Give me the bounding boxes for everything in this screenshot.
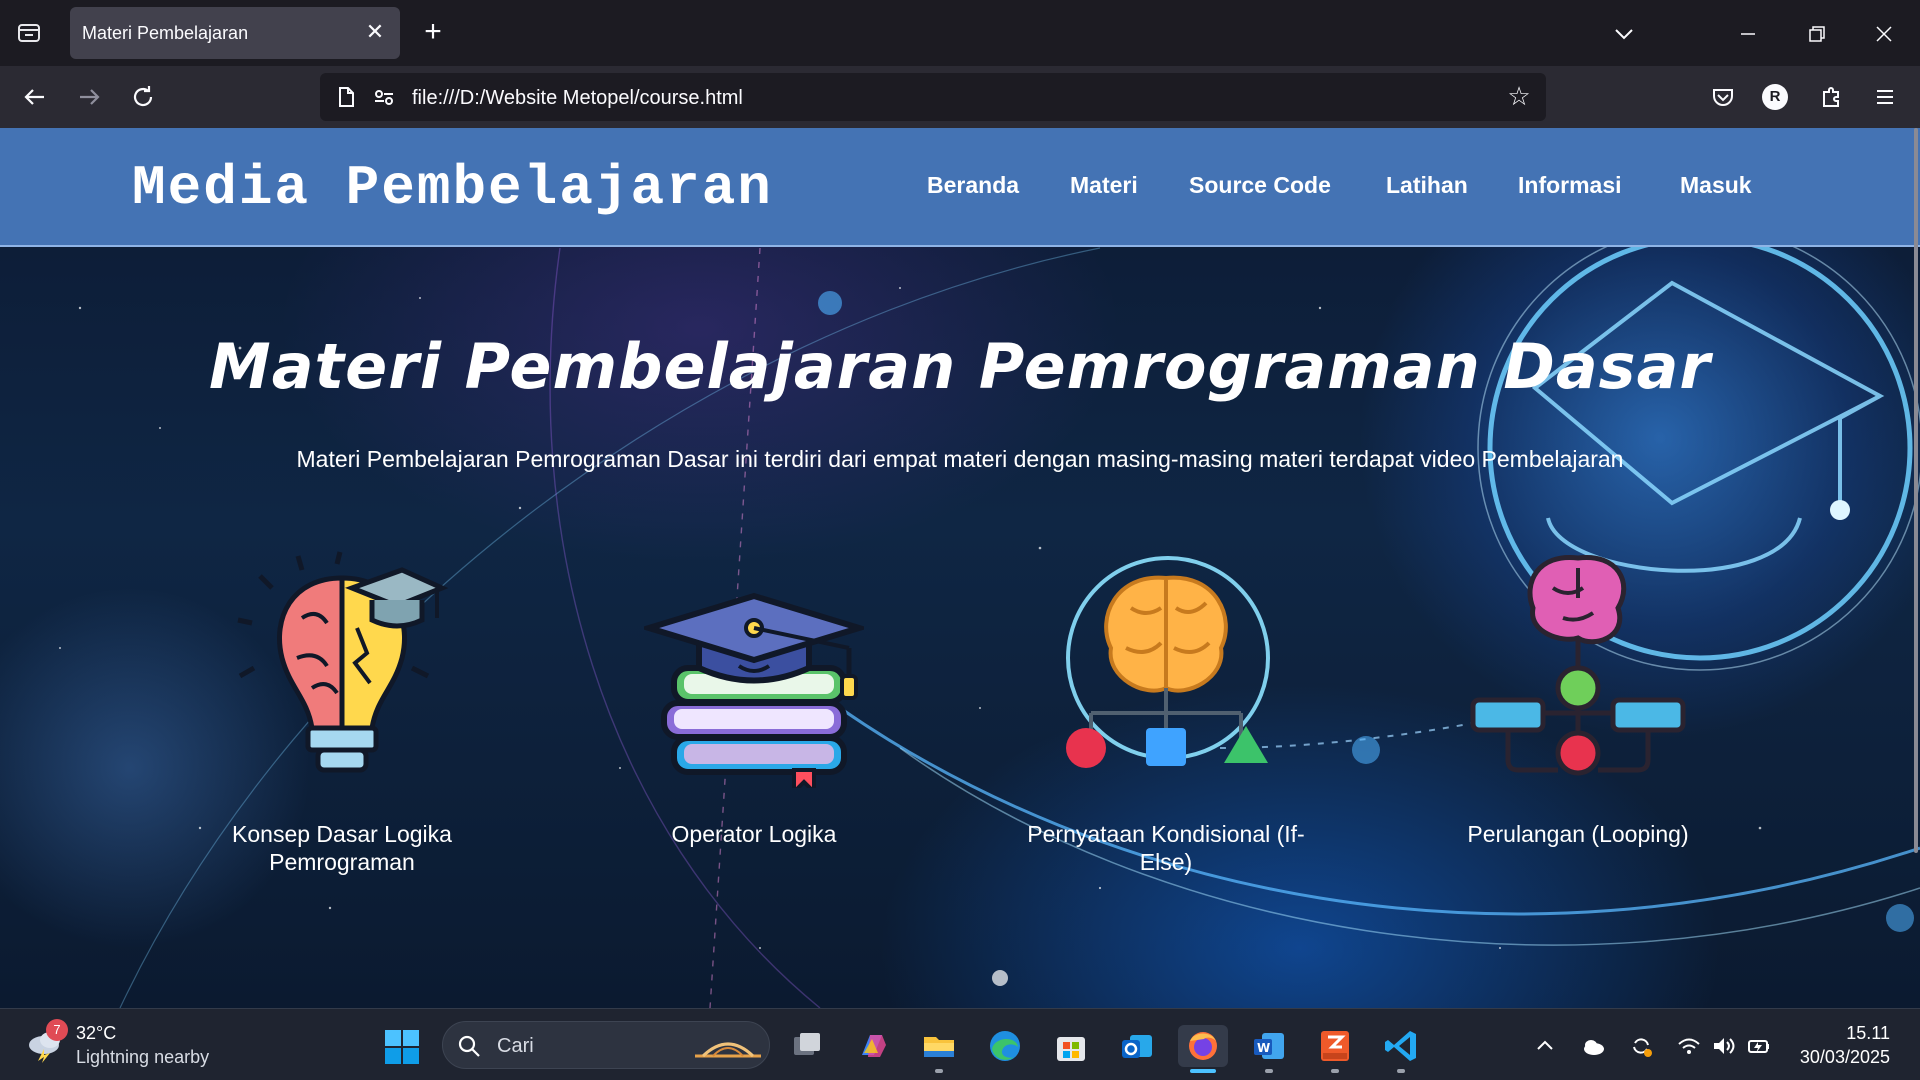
app-running-indicator bbox=[1265, 1069, 1273, 1073]
course-label[interactable]: Pernyataan Kondisional (If-Else) bbox=[1016, 820, 1316, 876]
firefox-icon[interactable] bbox=[1178, 1025, 1228, 1067]
sync-icon[interactable] bbox=[1628, 1033, 1654, 1059]
weather-alert-badge: 7 bbox=[46, 1019, 68, 1041]
page-icon bbox=[332, 83, 360, 111]
course-label[interactable]: Konsep Dasar Logika Pemrograman bbox=[192, 820, 492, 876]
tab-list-icon[interactable] bbox=[14, 18, 44, 48]
brain-flowchart-icon bbox=[1470, 554, 1686, 776]
search-placeholder: Cari bbox=[497, 1035, 534, 1057]
weather-temperature[interactable]: 32°C bbox=[76, 1023, 116, 1044]
search-icon bbox=[457, 1034, 481, 1058]
url-text[interactable]: file:///D:/Website Metopel/course.html bbox=[412, 87, 743, 110]
browser-toolbar: file:///D:/Website Metopel/course.html ☆… bbox=[0, 66, 1920, 128]
graduation-books-icon bbox=[644, 592, 864, 788]
wifi-icon[interactable] bbox=[1676, 1033, 1702, 1059]
menu-icon[interactable] bbox=[1868, 80, 1902, 114]
page-title: Materi Pembelajaran Pemrograman Dasar bbox=[209, 330, 1711, 403]
app-active-indicator bbox=[1190, 1069, 1216, 1073]
restore-icon[interactable] bbox=[1796, 14, 1836, 54]
brain-shapes-icon bbox=[1066, 556, 1270, 768]
weather-description[interactable]: Lightning nearby bbox=[76, 1047, 209, 1068]
course-card-operator-logika[interactable]: Operator Logika bbox=[604, 548, 904, 908]
chevron-down-icon[interactable] bbox=[1604, 14, 1644, 54]
nav-source-code[interactable]: Source Code bbox=[1189, 172, 1331, 199]
course-card-perulangan[interactable]: Perulangan (Looping) bbox=[1428, 548, 1728, 908]
new-tab-icon[interactable]: + bbox=[418, 17, 448, 48]
clock-date[interactable]: 30/03/2025 bbox=[1800, 1047, 1890, 1068]
windows-taskbar: 7 32°C Lightning nearby Cari W 15.11 30/… bbox=[0, 1008, 1920, 1080]
app-running-indicator bbox=[935, 1069, 943, 1073]
close-window-icon[interactable] bbox=[1864, 14, 1904, 54]
taskbar-search[interactable]: Cari bbox=[442, 1021, 770, 1069]
clock-time[interactable]: 15.11 bbox=[1846, 1023, 1890, 1044]
brain-lightbulb-icon bbox=[237, 551, 449, 773]
word-icon[interactable]: W bbox=[1248, 1025, 1290, 1067]
bookmark-star-icon[interactable]: ☆ bbox=[1504, 81, 1534, 111]
task-view-icon[interactable] bbox=[786, 1025, 828, 1067]
course-card-konsep-dasar[interactable]: Konsep Dasar Logika Pemrograman bbox=[192, 548, 492, 908]
minimize-icon[interactable] bbox=[1728, 14, 1768, 54]
browser-tab-active[interactable]: Materi Pembelajaran ✕ bbox=[70, 7, 400, 59]
back-icon[interactable] bbox=[18, 80, 52, 114]
foxit-reader-icon[interactable] bbox=[1314, 1025, 1356, 1067]
course-label[interactable]: Operator Logika bbox=[604, 820, 904, 848]
page-viewport: Media Pembelajaran Beranda Materi Source… bbox=[0, 128, 1920, 1008]
url-bar[interactable]: file:///D:/Website Metopel/course.html ☆ bbox=[320, 73, 1546, 121]
volume-icon[interactable] bbox=[1710, 1033, 1736, 1059]
site-header: Media Pembelajaran Beranda Materi Source… bbox=[0, 128, 1920, 247]
browser-tab-bar: Materi Pembelajaran ✕ + bbox=[0, 0, 1920, 66]
nav-masuk[interactable]: Masuk bbox=[1680, 172, 1752, 199]
vscode-icon[interactable] bbox=[1380, 1025, 1422, 1067]
tab-title: Materi Pembelajaran bbox=[82, 23, 249, 43]
nav-informasi[interactable]: Informasi bbox=[1518, 172, 1622, 199]
pocket-icon[interactable] bbox=[1706, 80, 1740, 114]
outlook-icon[interactable] bbox=[1116, 1025, 1158, 1067]
svg-text:W: W bbox=[1257, 1041, 1270, 1055]
nav-materi[interactable]: Materi bbox=[1070, 172, 1138, 199]
app-running-indicator bbox=[1331, 1069, 1339, 1073]
profile-avatar[interactable]: R bbox=[1762, 84, 1788, 110]
course-card-pernyataan-kondisional[interactable]: Pernyataan Kondisional (If-Else) bbox=[1016, 548, 1316, 908]
file-explorer-icon[interactable] bbox=[918, 1025, 960, 1067]
windows-start-icon[interactable] bbox=[384, 1029, 420, 1065]
forward-icon[interactable] bbox=[72, 80, 106, 114]
chevron-up-icon[interactable] bbox=[1532, 1033, 1558, 1059]
app-running-indicator bbox=[1397, 1069, 1405, 1073]
battery-charging-icon[interactable] bbox=[1746, 1033, 1772, 1059]
permissions-icon[interactable] bbox=[370, 83, 398, 111]
reload-icon[interactable] bbox=[126, 80, 160, 114]
tab-close-icon[interactable]: ✕ bbox=[362, 19, 388, 45]
nav-beranda[interactable]: Beranda bbox=[927, 172, 1019, 199]
nav-latihan[interactable]: Latihan bbox=[1386, 172, 1468, 199]
extensions-icon[interactable] bbox=[1814, 80, 1848, 114]
microsoft-store-icon[interactable] bbox=[1050, 1025, 1092, 1067]
page-subtitle: Materi Pembelajaran Pemrograman Dasar in… bbox=[296, 446, 1624, 472]
search-highlight-icon bbox=[695, 1042, 761, 1058]
copilot-icon[interactable] bbox=[852, 1025, 894, 1067]
onedrive-icon[interactable] bbox=[1580, 1033, 1606, 1059]
page-scrollbar[interactable] bbox=[1914, 128, 1918, 853]
edge-browser-icon[interactable] bbox=[984, 1025, 1026, 1067]
site-brand[interactable]: Media Pembelajaran bbox=[132, 156, 773, 220]
course-label[interactable]: Perulangan (Looping) bbox=[1428, 820, 1728, 848]
